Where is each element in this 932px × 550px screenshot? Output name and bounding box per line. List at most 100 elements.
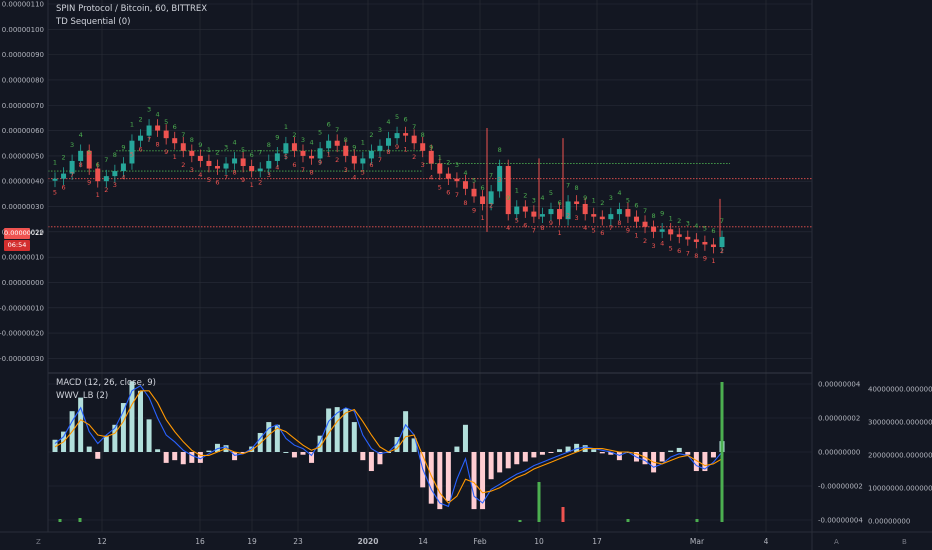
candle-body bbox=[642, 221, 648, 227]
td-count-green: 2 bbox=[677, 217, 681, 225]
candle-body bbox=[668, 229, 674, 235]
macd-histogram-bar bbox=[685, 452, 691, 455]
macd-histogram-bar bbox=[95, 452, 101, 459]
macd-histogram-bar bbox=[334, 407, 340, 452]
time-tick-label: 2020 bbox=[358, 537, 379, 546]
td-count-green: 5 bbox=[164, 118, 168, 126]
macd-tick-label: -0.00000004 bbox=[818, 517, 863, 525]
candle-body bbox=[197, 155, 203, 161]
td-count-green: 9 bbox=[275, 133, 279, 141]
td-count-red: 3 bbox=[190, 166, 194, 174]
time-tick-label: 14 bbox=[418, 537, 428, 546]
time-tick-label: 10 bbox=[534, 537, 544, 546]
td-count-red: 1 bbox=[250, 181, 254, 189]
macd-histogram-bar bbox=[599, 452, 605, 454]
td-count-red: 2 bbox=[720, 247, 724, 255]
td-count-green: 8 bbox=[421, 131, 425, 139]
td-count-green: 9 bbox=[198, 141, 202, 149]
td-count-green: 2 bbox=[138, 116, 142, 124]
td-count-red: 8 bbox=[617, 219, 621, 227]
macd-histogram-bar bbox=[206, 450, 212, 452]
td-count-red: 7 bbox=[686, 249, 690, 257]
td-count-red: 4 bbox=[660, 239, 664, 247]
volume-tick-label: 30000000.00000000 bbox=[868, 419, 932, 427]
td-count-red: 8 bbox=[386, 148, 390, 156]
goto-date-button[interactable]: Z bbox=[36, 538, 41, 546]
volume-tick-label: 10000000.00000000 bbox=[868, 485, 932, 493]
candle-body bbox=[462, 181, 468, 189]
candle-body bbox=[360, 158, 366, 164]
td-count-red: 1 bbox=[404, 146, 408, 154]
time-tick-label: 16 bbox=[195, 537, 205, 546]
scale-button[interactable]: B bbox=[902, 538, 907, 546]
td-count-red: 8 bbox=[233, 168, 237, 176]
td-count-green: 4 bbox=[540, 194, 544, 202]
candle-body bbox=[146, 125, 152, 136]
macd-histogram-bar bbox=[351, 422, 357, 452]
volume-tick-label: 40000000.00000000 bbox=[868, 386, 932, 394]
indicator-label-macd[interactable]: MACD (12, 26, close, 9) bbox=[56, 378, 156, 388]
td-count-green: 2 bbox=[61, 154, 65, 162]
wwv-volume-bar bbox=[58, 519, 62, 522]
td-count-green: 1 bbox=[669, 214, 673, 222]
candle-body bbox=[223, 163, 229, 169]
candle-body bbox=[326, 140, 332, 149]
time-tick-label: 19 bbox=[247, 537, 257, 546]
td-count-red: 6 bbox=[677, 247, 681, 255]
price-tick-label: -0.00000030 bbox=[0, 355, 44, 363]
indicator-label-wwv[interactable]: WWV_LB (2) bbox=[56, 391, 108, 401]
td-count-red: 7 bbox=[70, 171, 74, 179]
price-tick-label: 0.00000010 bbox=[2, 254, 44, 262]
td-count-green: 1 bbox=[53, 159, 57, 167]
td-count-red: 4 bbox=[429, 173, 433, 181]
chart-canvas[interactable]: 1526374859617283941526374859617283941526… bbox=[0, 0, 932, 550]
macd-histogram-bar bbox=[180, 452, 186, 465]
td-count-red: 4 bbox=[583, 224, 587, 232]
td-count-red: 3 bbox=[498, 176, 502, 184]
candle-body bbox=[249, 166, 255, 172]
td-count-green: 4 bbox=[79, 131, 83, 139]
td-count-red: 6 bbox=[292, 161, 296, 169]
auto-scale-button[interactable]: A bbox=[834, 538, 839, 546]
td-count-green: 5 bbox=[241, 146, 245, 154]
td-count-red: 4 bbox=[275, 163, 279, 171]
td-count-green: 6 bbox=[250, 151, 254, 159]
candle-body bbox=[206, 160, 212, 167]
candle-body bbox=[651, 226, 657, 232]
td-count-red: 7 bbox=[301, 166, 305, 174]
td-count-green: 1 bbox=[438, 154, 442, 162]
candle-body bbox=[557, 209, 563, 220]
indicator-label-td[interactable]: TD Sequential (0) bbox=[56, 17, 130, 27]
td-count-green: 6 bbox=[96, 161, 100, 169]
candle-body bbox=[343, 145, 349, 156]
td-count-green: 8 bbox=[113, 151, 117, 159]
time-tick-label: Feb bbox=[473, 537, 487, 546]
td-count-green: 6 bbox=[173, 123, 177, 131]
candle-body bbox=[702, 241, 708, 245]
td-count-red: 1 bbox=[480, 214, 484, 222]
td-count-red: 8 bbox=[156, 141, 160, 149]
td-count-green: 7 bbox=[181, 131, 185, 139]
candle-body bbox=[403, 133, 409, 136]
td-count-red: 4 bbox=[506, 224, 510, 232]
td-count-green: 7 bbox=[412, 123, 416, 131]
time-tick-label: 23 bbox=[293, 537, 303, 546]
td-count-green: 7 bbox=[489, 171, 493, 179]
price-tick-label: 0.00000110 bbox=[2, 1, 44, 9]
td-count-red: 8 bbox=[309, 168, 313, 176]
candle-body bbox=[266, 160, 272, 169]
td-count-red: 1 bbox=[557, 229, 561, 237]
macd-histogram-bar bbox=[488, 452, 494, 480]
td-count-red: 9 bbox=[549, 219, 553, 227]
td-count-red: 3 bbox=[344, 166, 348, 174]
candle-body bbox=[257, 168, 263, 172]
candle-body bbox=[180, 143, 186, 151]
wwv-volume-bar bbox=[626, 519, 630, 522]
td-count-green: 8 bbox=[344, 136, 348, 144]
candle-body bbox=[693, 239, 699, 242]
td-count-red: 3 bbox=[113, 181, 117, 189]
macd-histogram-bar bbox=[676, 447, 682, 452]
td-count-green: 4 bbox=[156, 111, 160, 119]
td-count-red: 1 bbox=[634, 232, 638, 240]
td-count-red: 9 bbox=[703, 254, 707, 262]
